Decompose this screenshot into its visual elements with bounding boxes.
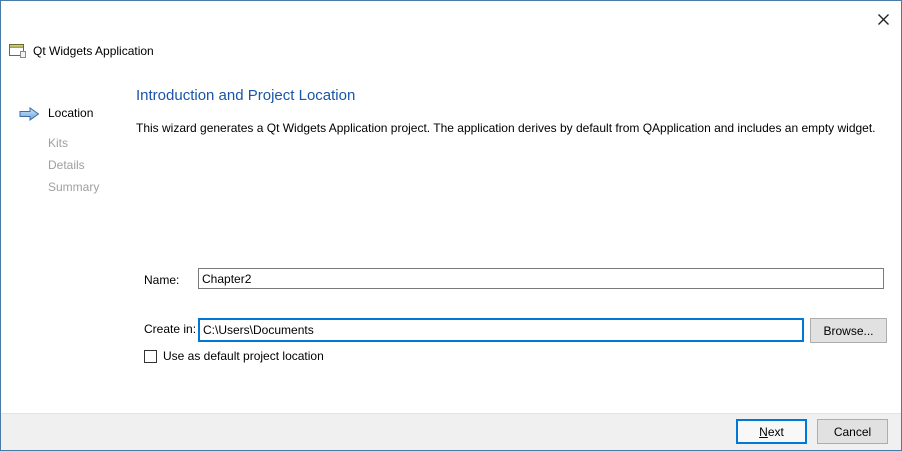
step-kits[interactable]: Kits <box>48 136 68 150</box>
default-location-checkbox-label: Use as default project location <box>163 349 324 363</box>
wizard-dialog: Qt Widgets Application Location Kits Det… <box>0 0 902 451</box>
name-label: Name: <box>144 273 179 287</box>
browse-button[interactable]: Browse... <box>810 318 887 343</box>
close-button[interactable] <box>871 7 895 31</box>
step-details[interactable]: Details <box>48 158 85 172</box>
close-icon <box>877 13 890 26</box>
wizard-steps-sidebar: Location Kits Details Summary <box>1 1 131 450</box>
current-step-arrow-icon <box>19 107 40 121</box>
page-title: Introduction and Project Location <box>136 87 355 104</box>
cancel-button[interactable]: Cancel <box>817 419 888 444</box>
name-input[interactable] <box>198 268 884 289</box>
page-description: This wizard generates a Qt Widgets Appli… <box>136 121 876 135</box>
create-in-label: Create in: <box>144 322 196 336</box>
create-in-input[interactable] <box>198 318 804 342</box>
default-location-checkbox-row[interactable]: Use as default project location <box>144 349 324 363</box>
step-location[interactable]: Location <box>48 106 93 120</box>
step-summary[interactable]: Summary <box>48 180 99 194</box>
button-bar: Next Cancel <box>1 413 901 450</box>
default-location-checkbox[interactable] <box>144 350 157 363</box>
next-button[interactable]: Next <box>736 419 807 444</box>
